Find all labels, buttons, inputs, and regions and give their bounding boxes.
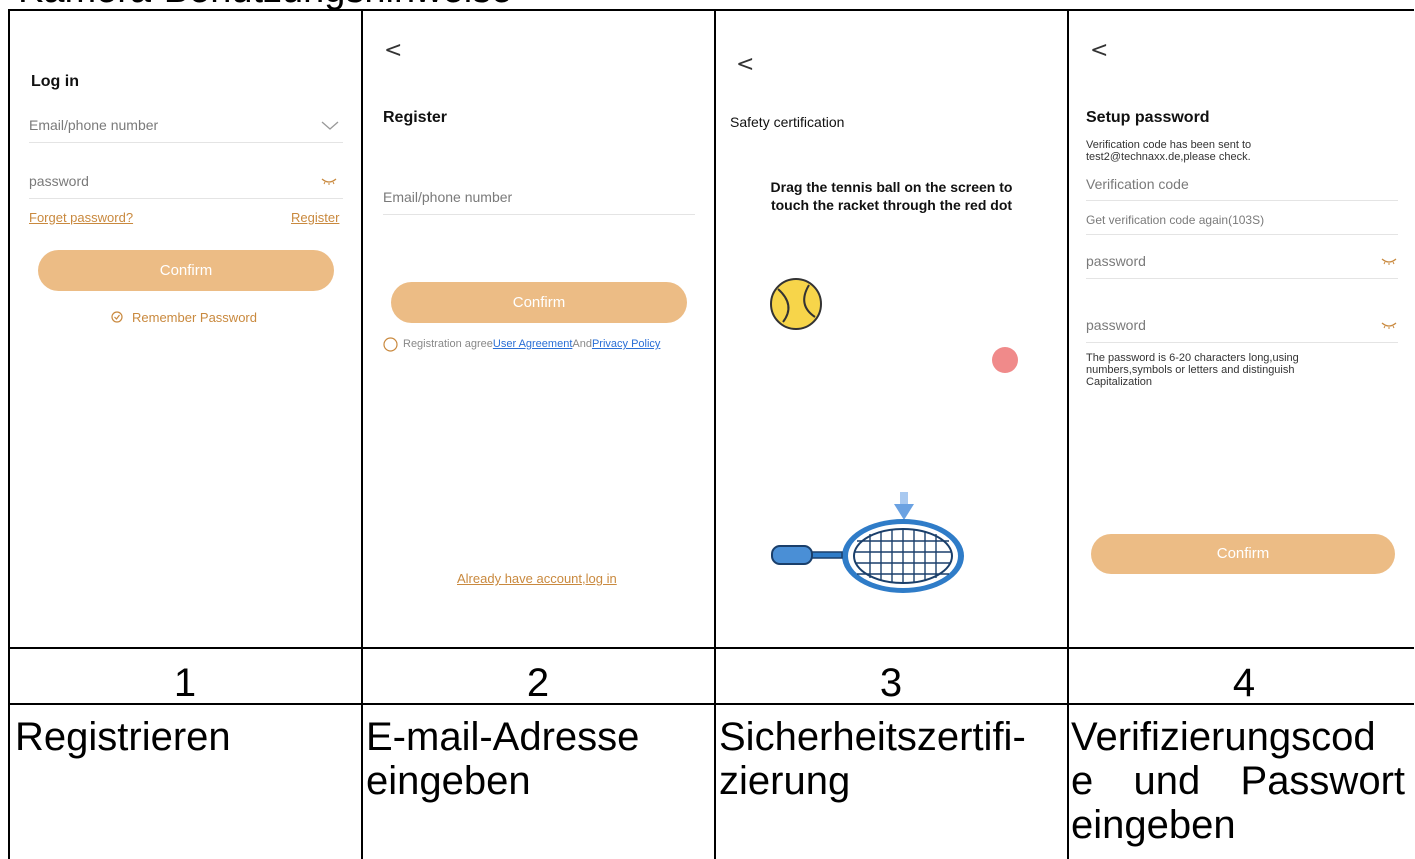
caption-4: Verifizierungscod e und Passwort eingebe… [1071, 715, 1405, 847]
caption-3-line-1: Sicherheitszertifi- [719, 715, 1026, 759]
remember-password-label[interactable]: Remember Password [132, 310, 257, 325]
caption-4-line-3: eingeben [1071, 803, 1236, 847]
caption-1: Registrieren [15, 715, 231, 759]
instruction-line-1: Drag the tennis ball on the screen to [770, 179, 1013, 195]
instruction-line-2: touch the racket through the red dot [770, 197, 1013, 213]
register-title: Register [383, 109, 448, 126]
caption-1-line-1: Registrieren [15, 715, 231, 759]
caption-4-line-1: Verifizierungscod [1071, 715, 1376, 759]
step-number-1: 1 [173, 661, 197, 705]
table-divider-1 [8, 647, 1414, 649]
email-field[interactable]: Email/phone number [29, 117, 158, 133]
screen-setup-password: < Setup password Verification code has b… [1069, 11, 1414, 647]
verification-code-field[interactable]: Verification code [1086, 176, 1189, 192]
password2-underline [1086, 342, 1398, 343]
screen-login: Log in Email/phone number password Forge… [10, 11, 361, 647]
rule-line-2: numbers,symbols or letters and distingui… [1086, 364, 1295, 376]
agreement-line: Registration agreeUser AgreementAndPriva… [403, 338, 660, 350]
email-underline [383, 214, 695, 215]
email-underline [29, 142, 343, 143]
rule-line-3: Capitalization [1086, 376, 1153, 388]
code-underline [1086, 200, 1398, 201]
caption-2: E-mail-Adresse eingeben [366, 715, 639, 803]
eye-closed-icon[interactable] [321, 177, 337, 185]
setup-password-title: Setup password [1086, 109, 1210, 126]
confirm-button[interactable]: Confirm [38, 250, 334, 291]
down-arrow-icon [894, 492, 914, 520]
confirm-button[interactable]: Confirm [391, 282, 687, 323]
password-underline [1086, 278, 1398, 279]
check-circle-icon[interactable] [111, 311, 123, 323]
sent-line-1: Verification code has been sent to [1086, 139, 1252, 151]
caption-3-line-2: zierung [719, 759, 851, 803]
caption-4-line-2: e und Passwort [1071, 759, 1405, 803]
resend-code-label[interactable]: Get verification code again(103S) [1086, 213, 1264, 227]
agree-prefix: Registration agree [403, 338, 493, 350]
privacy-policy-link[interactable]: Privacy Policy [592, 338, 660, 350]
sent-line-2: test2@technaxx.de,please check. [1086, 151, 1251, 163]
and-text: And [572, 338, 592, 350]
step-number-4: 4 [1232, 661, 1256, 705]
caption-2-line-2: eingeben [366, 759, 531, 803]
back-arrow-icon[interactable]: < [384, 38, 402, 63]
password-field[interactable]: password [29, 173, 89, 189]
caption-2-line-1: E-mail-Adresse [366, 715, 640, 759]
resend-underline [1086, 234, 1398, 235]
user-agreement-link[interactable]: User Agreement [493, 338, 572, 350]
tennis-ball-icon[interactable] [769, 277, 823, 331]
red-dot-icon [992, 347, 1018, 373]
tennis-racket-icon [771, 492, 964, 593]
safety-title: Safety certification [730, 114, 845, 130]
password-underline [29, 198, 343, 199]
chevron-down-icon[interactable] [321, 121, 339, 131]
password-field[interactable]: password [1086, 253, 1146, 269]
screen-register: < Register Email/phone number Confirm Re… [363, 11, 714, 647]
radio-circle-icon[interactable] [383, 337, 398, 352]
back-arrow-icon[interactable]: < [1090, 38, 1108, 63]
confirm-password-field[interactable]: password [1086, 317, 1146, 333]
rule-line-1: The password is 6-20 characters long,usi… [1086, 352, 1299, 364]
password-rules: The password is 6-20 characters long,usi… [1086, 352, 1299, 388]
back-arrow-icon[interactable]: < [736, 52, 754, 77]
step-number-2: 2 [526, 661, 550, 705]
screen-safety-certification: < Safety certification Drag the tennis b… [716, 11, 1067, 647]
forget-password-link[interactable]: Forget password? [29, 210, 133, 225]
login-title: Log in [31, 73, 79, 90]
email-field[interactable]: Email/phone number [383, 189, 512, 205]
eye-closed-icon[interactable] [1381, 257, 1397, 265]
register-link[interactable]: Register [291, 210, 339, 225]
drag-instruction: Drag the tennis ball on the screen to to… [716, 178, 1067, 214]
caption-3: Sicherheitszertifi- zierung [719, 715, 1026, 803]
confirm-button[interactable]: Confirm [1091, 534, 1395, 574]
code-sent-notice: Verification code has been sent to test2… [1086, 139, 1251, 163]
eye-closed-icon[interactable] [1381, 321, 1397, 329]
login-link[interactable]: Already have account,log in [457, 571, 617, 586]
step-number-3: 3 [879, 661, 903, 705]
